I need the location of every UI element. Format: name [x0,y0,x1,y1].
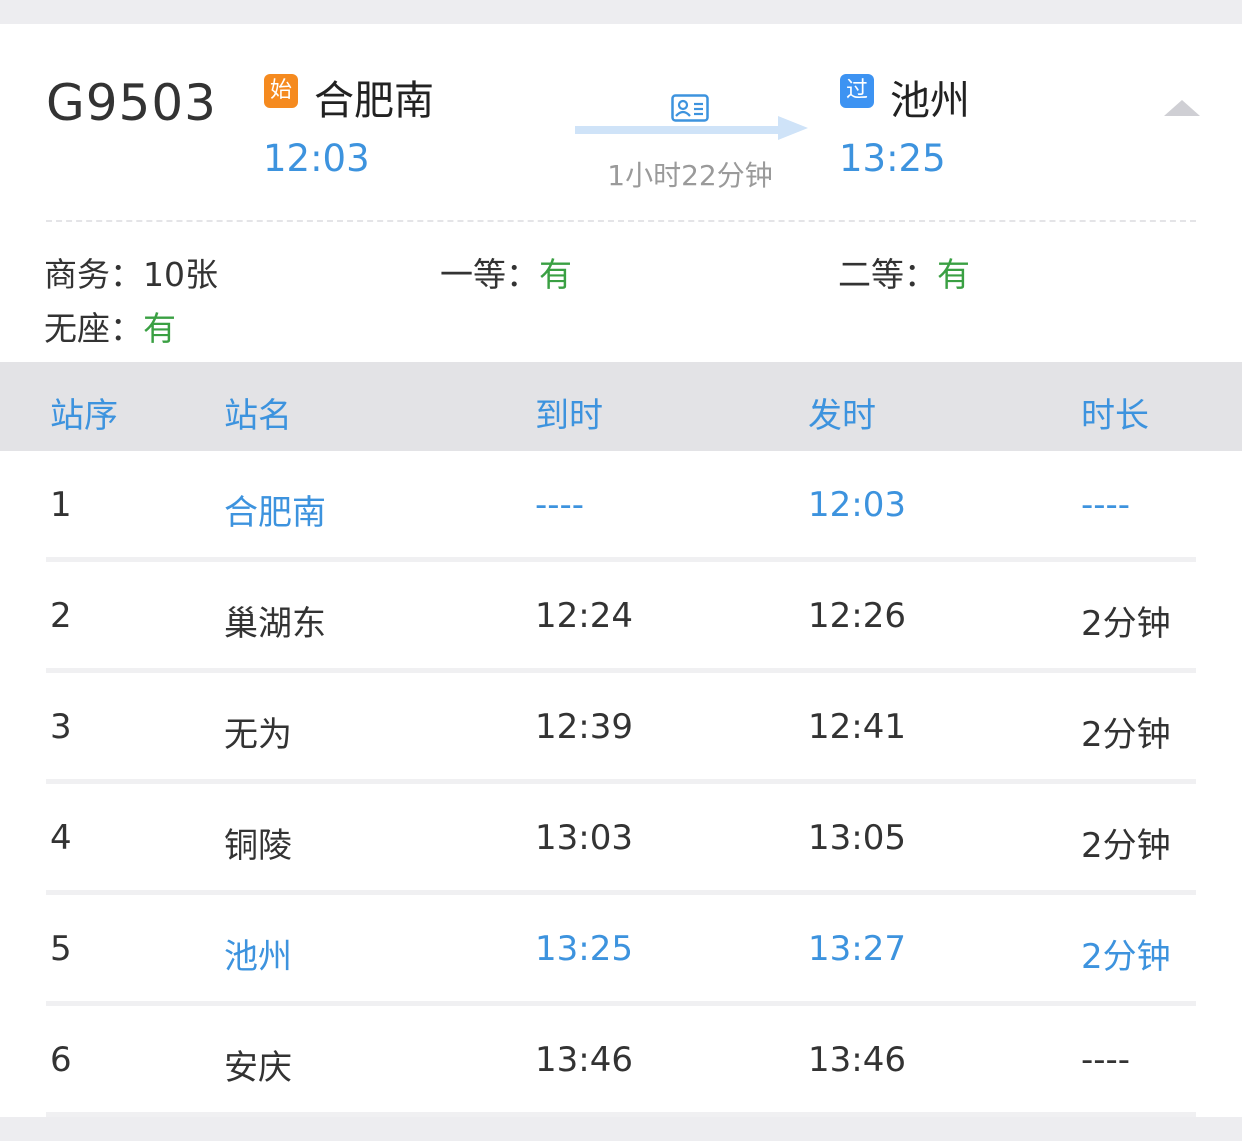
arrival-time: 13:25 [839,137,946,180]
table-row[interactable]: 2 巢湖东 12:24 12:26 2分钟 [0,562,1242,673]
seat-label: 商务： [44,255,143,294]
seat-label: 二等： [838,255,937,294]
cell-seq: 1 [50,485,72,525]
table-row[interactable]: 1 合肥南 ---- 12:03 ---- [0,451,1242,562]
seat-label: 无座： [44,309,143,348]
cell-seq: 5 [50,929,72,969]
cell-arrive: 12:39 [535,707,633,747]
divider [46,220,1196,222]
cell-station: 安庆 [224,1048,292,1088]
cell-stay: 2分钟 [1081,826,1171,866]
seat-value: 10张 [143,255,218,294]
cell-stay: ---- [1081,1040,1131,1080]
header-stay: 时长 [1081,396,1149,436]
cell-stay: ---- [1081,485,1131,525]
cell-stay: 2分钟 [1081,937,1171,977]
table-row[interactable]: 3 无为 12:39 12:41 2分钟 [0,673,1242,784]
cell-arrive: 13:03 [535,818,633,858]
cell-depart: 13:05 [808,818,906,858]
cell-stay: 2分钟 [1081,604,1171,644]
train-detail-card: G9503 始 合肥南 12:03 1小时22分钟 过 池州 13:25 商务：… [0,24,1242,1117]
cell-seq: 2 [50,596,72,636]
cell-station: 铜陵 [224,826,292,866]
arrival-station-name: 池州 [890,78,970,124]
cell-arrive: 13:46 [535,1040,633,1080]
seat-first-class: 一等：有 [440,248,572,296]
row-divider [46,1112,1196,1117]
cell-station: 池州 [224,937,292,977]
seat-business: 商务：10张 [44,248,218,296]
start-station-badge: 始 [264,74,298,108]
route-arrow-line [575,126,785,134]
pass-station-badge: 过 [840,74,874,108]
cell-station: 巢湖东 [224,604,326,644]
collapse-up-icon[interactable] [1164,100,1200,116]
departure-station-name: 合肥南 [314,78,434,124]
travel-duration: 1小时22分钟 [607,159,773,192]
cell-arrive: 13:25 [535,929,633,969]
departure-time: 12:03 [263,137,370,180]
seat-value: 有 [539,255,572,294]
cell-station: 无为 [224,715,292,755]
seat-value: 有 [143,309,176,348]
seat-label: 一等： [440,255,539,294]
seat-second-class: 二等：有 [838,248,970,296]
seat-no-seat: 无座：有 [44,302,176,350]
cell-stay: 2分钟 [1081,715,1171,755]
header-station: 站名 [224,396,292,436]
cell-arrive: ---- [535,485,585,525]
seat-value: 有 [937,255,970,294]
cell-seq: 4 [50,818,72,858]
header-depart: 发时 [808,396,876,436]
table-row[interactable]: 4 铜陵 13:03 13:05 2分钟 [0,784,1242,895]
cell-depart: 12:26 [808,596,906,636]
table-row[interactable]: 6 安庆 13:46 13:46 ---- [0,1006,1242,1117]
cell-station: 合肥南 [224,493,326,533]
train-number: G9503 [46,74,217,132]
cell-arrive: 12:24 [535,596,633,636]
header-arrive: 到时 [535,396,603,436]
id-card-icon[interactable] [671,94,709,122]
cell-seq: 6 [50,1040,72,1080]
cell-seq: 3 [50,707,72,747]
table-row[interactable]: 5 池州 13:25 13:27 2分钟 [0,895,1242,1006]
cell-depart: 13:46 [808,1040,906,1080]
cell-depart: 12:03 [808,485,906,525]
stops-table-header: 站序 站名 到时 发时 时长 [0,362,1242,451]
route-arrow-head [778,116,808,140]
cell-depart: 12:41 [808,707,906,747]
header-seq: 站序 [50,396,118,436]
cell-depart: 13:27 [808,929,906,969]
